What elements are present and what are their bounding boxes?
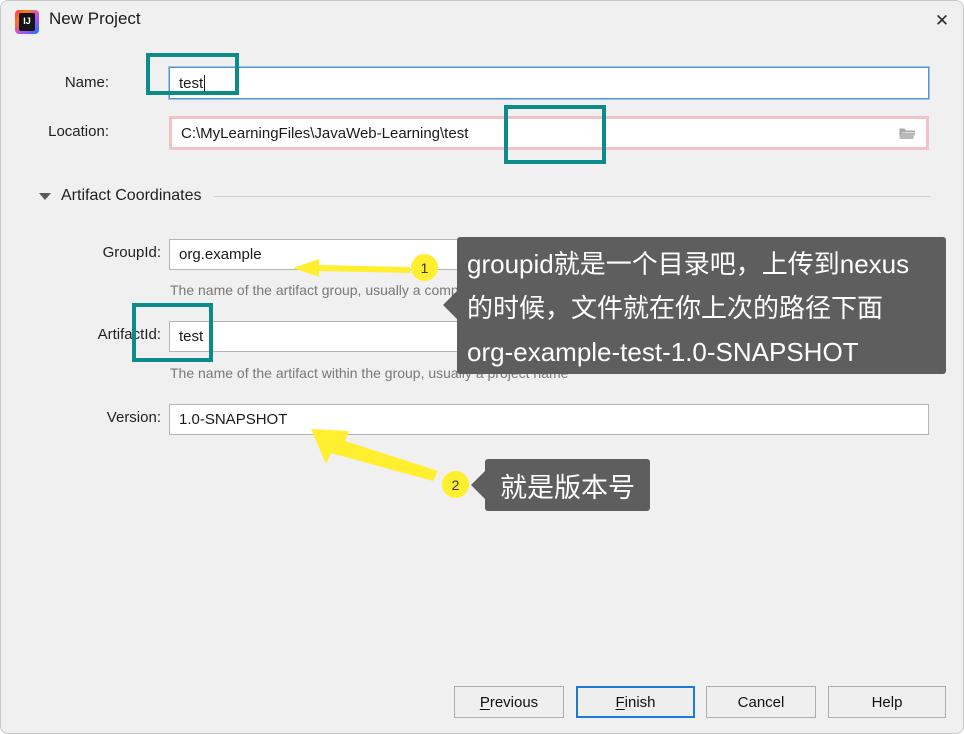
location-label: Location: (48, 123, 109, 140)
new-project-dialog: IJ New Project ✕ Name: test Location: C:… (0, 0, 964, 734)
name-input[interactable]: test (168, 66, 930, 100)
artifact-coordinates-section[interactable]: Artifact Coordinates (39, 185, 931, 207)
version-label: Version: (106, 409, 161, 426)
callout-1-line-1: groupid就是一个目录吧，上传到nexus (467, 249, 910, 279)
arrow-2 (311, 429, 438, 481)
help-button[interactable]: Help (828, 686, 946, 718)
artifactid-input-value: test (179, 328, 204, 345)
location-input-value: C:\MyLearningFiles\JavaWeb-Learning\test (181, 124, 469, 142)
location-input[interactable]: C:\MyLearningFiles\JavaWeb-Learning\test (169, 116, 929, 150)
annotation-badge-2: 2 (442, 471, 469, 498)
artifactid-label: ArtifactId: (97, 326, 161, 343)
close-icon[interactable]: ✕ (919, 1, 963, 41)
finish-button-mnemonic: F (615, 693, 625, 711)
text-caret (204, 74, 206, 92)
annotation-callout-2: 就是版本号 (485, 459, 650, 511)
annotation-callout-1: groupid就是一个目录吧，上传到nexus 的时候，文件就在你上次的路径下面… (457, 237, 946, 374)
groupid-label: GroupId: (102, 244, 161, 261)
callout-2-line-1: 就是版本号 (500, 472, 635, 503)
annotation-badge-1: 1 (411, 254, 438, 281)
title-bar: IJ New Project ✕ (1, 1, 963, 43)
section-title: Artifact Coordinates (61, 187, 202, 204)
groupid-input-value: org.example (179, 246, 262, 263)
triangle-down-icon[interactable] (39, 192, 51, 200)
section-divider (213, 195, 931, 197)
cancel-button[interactable]: Cancel (706, 686, 816, 718)
finish-button-label-rest: inish (624, 693, 656, 711)
intellij-idea-icon: IJ (15, 10, 39, 34)
previous-button[interactable]: Previous (454, 686, 564, 718)
version-input[interactable]: 1.0-SNAPSHOT (169, 404, 929, 435)
version-input-value: 1.0-SNAPSHOT (179, 411, 288, 428)
finish-button[interactable]: Finish (576, 686, 695, 718)
callout-1-line-2: 的时候，文件就在你上次的路径下面 (467, 293, 884, 323)
window-title: New Project (49, 9, 141, 28)
name-input-value: test (179, 74, 204, 92)
previous-button-label-rest: revious (489, 693, 539, 711)
folder-icon[interactable] (899, 126, 916, 140)
callout-1-line-3: org-example-test-1.0-SNAPSHOT (467, 337, 859, 367)
name-label: Name: (64, 74, 109, 91)
previous-button-mnemonic: P (479, 693, 490, 711)
